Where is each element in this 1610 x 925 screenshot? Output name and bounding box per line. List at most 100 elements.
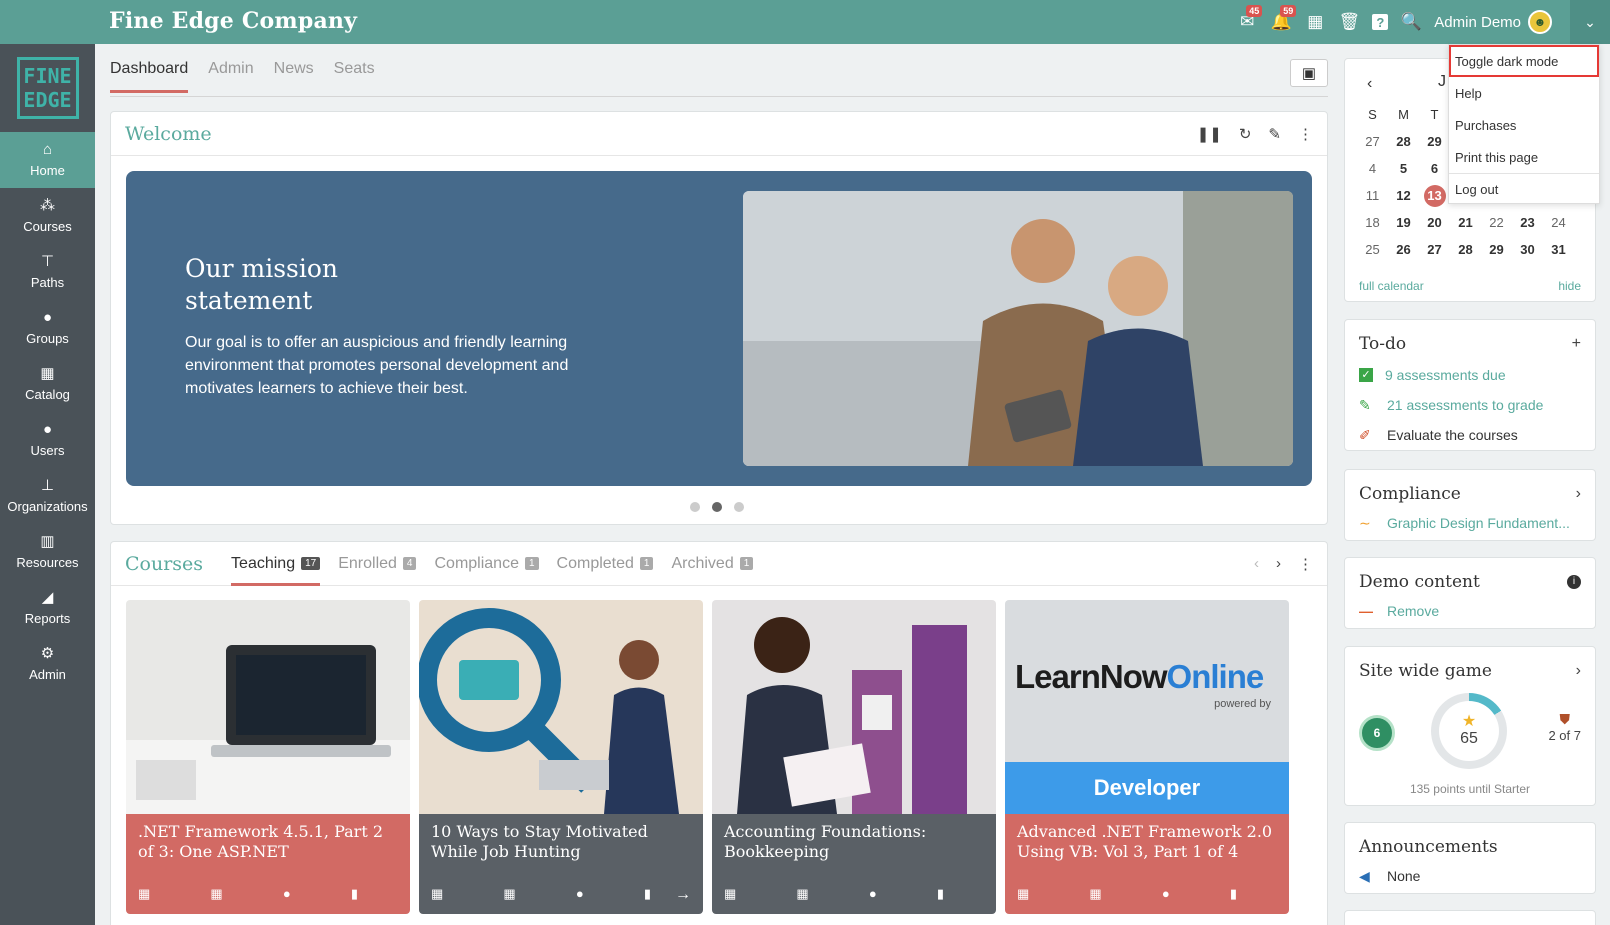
grid-icon[interactable]: ▦ (210, 886, 222, 902)
chevron-down-icon[interactable]: ⌄ (1570, 0, 1610, 44)
calendar-day[interactable]: 29 (1419, 134, 1450, 149)
logo[interactable]: FINE EDGE (16, 57, 79, 119)
company-name[interactable]: Fine Edge Company (109, 8, 357, 34)
sidebar-item-resources[interactable]: ▥ Resources (0, 524, 95, 580)
calendar-day[interactable]: 5 (1388, 161, 1419, 176)
calendar-day[interactable]: 31 (1543, 242, 1574, 257)
info-icon[interactable]: ● (869, 886, 877, 902)
tab-archived[interactable]: Archived 1 (671, 542, 754, 586)
log-out-item[interactable]: Log out (1449, 173, 1599, 205)
carousel-dot-active[interactable] (712, 502, 722, 512)
tab-seats[interactable]: Seats (334, 60, 375, 93)
course-tile[interactable]: LearnNowOnline powered by Developer Adva… (1005, 600, 1289, 914)
document-icon[interactable]: ▮ (1230, 886, 1237, 902)
sidebar-item-home[interactable]: ⌂ Home (0, 132, 95, 188)
calendar-day[interactable]: 12 (1388, 188, 1419, 203)
calendar-day[interactable]: 24 (1543, 215, 1574, 230)
course-tile[interactable]: .NET Framework 4.5.1, Part 2 of 3: One A… (126, 600, 410, 914)
calendar-icon[interactable]: ▦ (724, 886, 736, 902)
pause-icon[interactable]: ❚❚ (1197, 125, 1222, 143)
hide-calendar-link[interactable]: hide (1558, 279, 1581, 293)
course-tile[interactable]: Accounting Foundations: Bookkeeping ▦ ▦ … (712, 600, 996, 914)
sidebar-item-admin[interactable]: ⚙ Admin (0, 636, 95, 692)
notifications-icon[interactable]: 🔔 59 (1270, 5, 1297, 33)
trash-icon[interactable]: 🗑 (1338, 11, 1361, 33)
sidebar-item-organizations[interactable]: ⊥ Organizations (0, 468, 95, 524)
todo-item[interactable]: ✐ Evaluate the courses (1345, 420, 1595, 450)
chevron-right-icon[interactable]: › (1276, 555, 1281, 573)
search-icon[interactable]: 🔍 (1400, 11, 1422, 33)
qr-code-button[interactable]: ▣ (1290, 59, 1328, 87)
user-menu[interactable]: Admin Demo ☻ (1434, 10, 1552, 34)
calendar-day[interactable]: 19 (1388, 215, 1419, 230)
sidebar-item-catalog[interactable]: ▦ Catalog (0, 356, 95, 412)
courses-title[interactable]: Courses (125, 553, 203, 575)
sidebar-item-courses[interactable]: ⁂ Courses (0, 188, 95, 244)
tab-enrolled[interactable]: Enrolled 4 (338, 542, 417, 586)
tab-compliance[interactable]: Compliance 1 (434, 542, 539, 586)
info-icon[interactable]: ● (283, 886, 291, 902)
calendar-day[interactable]: 21 (1450, 215, 1481, 230)
todo-item[interactable]: ✎ 21 assessments to grade (1345, 390, 1595, 420)
purchases-item[interactable]: Purchases (1449, 109, 1599, 141)
help-icon[interactable]: ? (1372, 14, 1389, 30)
chevron-left-icon[interactable]: ‹ (1254, 555, 1259, 573)
calendar-icon[interactable]: ▦ (1017, 886, 1029, 902)
calendar-day[interactable]: 18 (1357, 215, 1388, 230)
info-icon[interactable]: ● (576, 886, 584, 902)
compliance-item[interactable]: ∼ Graphic Design Fundament... (1345, 508, 1595, 538)
sidebar-item-paths[interactable]: ⊤ Paths (0, 244, 95, 300)
todo-item[interactable]: ✓ 9 assessments due (1345, 360, 1595, 390)
grid-icon[interactable]: ▦ (1089, 886, 1101, 902)
tab-dashboard[interactable]: Dashboard (110, 60, 189, 93)
document-icon[interactable]: ▮ (644, 886, 651, 902)
calendar-icon[interactable]: ▦ (431, 886, 443, 902)
calendar-day[interactable]: 29 (1481, 242, 1512, 257)
chevron-left-icon[interactable]: ‹ (1367, 75, 1372, 93)
calendar-day[interactable]: 30 (1512, 242, 1543, 257)
grid-icon[interactable]: ▦ (503, 886, 515, 902)
grid-icon[interactable]: ▦ (796, 886, 808, 902)
help-item[interactable]: Help (1449, 77, 1599, 109)
calendar-day[interactable]: 11 (1357, 188, 1388, 203)
chevron-right-icon[interactable]: › (1576, 485, 1581, 503)
info-icon[interactable]: ● (1162, 886, 1170, 902)
document-icon[interactable]: ▮ (937, 886, 944, 902)
more-vertical-icon[interactable]: ⋮ (1298, 555, 1313, 573)
calendar-day[interactable]: 4 (1357, 161, 1388, 176)
full-calendar-link[interactable]: full calendar (1359, 279, 1424, 293)
sidebar-item-reports[interactable]: ◢ Reports (0, 580, 95, 636)
refresh-icon[interactable]: ↻ (1239, 125, 1252, 143)
tab-completed[interactable]: Completed 1 (557, 542, 654, 586)
more-vertical-icon[interactable]: ⋮ (1298, 125, 1313, 143)
calendar-day[interactable]: 28 (1388, 134, 1419, 149)
carousel-dot[interactable] (690, 502, 700, 512)
calendar-day[interactable]: 28 (1450, 242, 1481, 257)
calendar-day[interactable]: 27 (1419, 242, 1450, 257)
sidebar-item-groups[interactable]: ● Groups (0, 300, 95, 356)
arrow-right-icon[interactable]: → (675, 886, 691, 904)
tab-teaching[interactable]: Teaching 17 (231, 542, 321, 586)
calendar-day[interactable]: 22 (1481, 215, 1512, 230)
plus-icon[interactable]: + (1572, 335, 1581, 353)
print-page-item[interactable]: Print this page (1449, 141, 1599, 173)
info-icon[interactable]: i (1567, 575, 1581, 589)
demo-content-action[interactable]: — Remove (1345, 596, 1595, 626)
course-tile[interactable]: 10 Ways to Stay Motivated While Job Hunt… (419, 600, 703, 914)
messages-icon[interactable]: ✉ 45 (1236, 5, 1263, 33)
calendar-icon[interactable]: ▦ (138, 886, 150, 902)
calendar-icon[interactable]: ▦ (1304, 11, 1326, 33)
calendar-day[interactable]: 6 (1419, 161, 1450, 176)
sidebar-item-users[interactable]: ● Users (0, 412, 95, 468)
calendar-day[interactable]: 25 (1357, 242, 1388, 257)
calendar-day[interactable]: 26 (1388, 242, 1419, 257)
document-icon[interactable]: ▮ (351, 886, 358, 902)
carousel-dot[interactable] (734, 502, 744, 512)
calendar-day[interactable]: 20 (1419, 215, 1450, 230)
tab-news[interactable]: News (274, 60, 314, 93)
tab-admin[interactable]: Admin (208, 60, 253, 93)
pencil-icon[interactable]: ✎ (1268, 125, 1281, 143)
toggle-dark-mode-item[interactable]: Toggle dark mode (1449, 45, 1599, 77)
calendar-day-today[interactable]: 13 (1419, 184, 1450, 207)
calendar-day[interactable]: 23 (1512, 215, 1543, 230)
